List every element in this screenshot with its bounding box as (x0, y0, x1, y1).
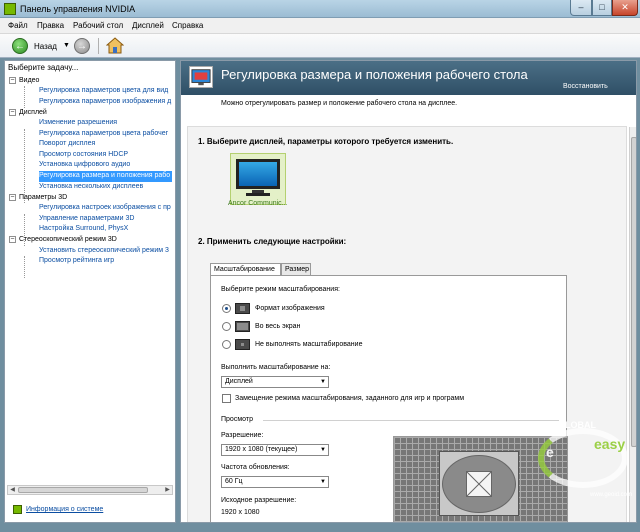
restore-link[interactable]: Восстановить (563, 83, 608, 90)
no-scaling-icon (235, 339, 250, 350)
tree-item-selected[interactable]: Регулировка размера и положения рабо (39, 171, 173, 182)
tree-category-video[interactable]: – Видео (9, 76, 39, 87)
tree-line (24, 86, 25, 108)
radio-full-screen-label[interactable]: Во весь экран (255, 323, 300, 330)
collapse-icon[interactable]: – (9, 235, 16, 243)
desktop-size-icon (189, 66, 213, 88)
task-panel: Выберите задачу... – Видео Регулировка па… (4, 60, 176, 523)
radio-full-screen[interactable] (222, 322, 231, 331)
minimize-button[interactable]: – (570, 0, 592, 16)
monitor-icon[interactable] (234, 157, 282, 197)
menu-bar: Файл Правка Рабочий стол Дисплей Справка (0, 18, 640, 34)
full-screen-icon (235, 321, 250, 332)
history-dropdown-icon[interactable]: ▼ (63, 42, 70, 49)
title-bar: Панель управления NVIDIA – □ ✕ (0, 0, 640, 18)
radio-no-scaling-label[interactable]: Не выполнять масштабирование (255, 341, 362, 348)
aspect-ratio-icon (235, 303, 250, 314)
menu-desktop[interactable]: Рабочий стол (73, 21, 123, 30)
home-icon[interactable] (106, 37, 124, 54)
page-title: Регулировка размера и положения рабочего… (221, 67, 528, 82)
preview-label: Просмотр (221, 416, 253, 423)
menu-display[interactable]: Дисплей (132, 21, 164, 30)
menu-help[interactable]: Справка (172, 21, 203, 30)
resolution-select[interactable]: 1920 x 1080 (текущее) ▼ (221, 444, 329, 456)
system-info-link[interactable]: Информация о системе (13, 505, 103, 514)
toolbar: ← Назад ▼ → (0, 34, 640, 58)
tree-line (24, 129, 25, 203)
preview-divider (263, 420, 559, 421)
collapse-icon[interactable]: – (9, 108, 16, 116)
perform-scaling-on-label: Выполнить масштабирование на: (221, 364, 331, 371)
tree-item[interactable]: Регулировка настроек изображения с пр (39, 203, 171, 214)
scaling-mode-label: Выберите режим масштабирования: (221, 286, 340, 293)
collapse-icon[interactable]: – (9, 76, 16, 84)
tree-item[interactable]: Просмотр рейтинга игр (39, 256, 114, 267)
section-1-title: 1. Выберите дисплей, параметры которого … (198, 137, 454, 146)
watermark-logo: GLOBAL e easy www.geoid.com (530, 408, 638, 504)
scroll-thumb[interactable] (18, 487, 148, 493)
radio-aspect-ratio[interactable] (222, 304, 231, 313)
task-tree: – Видео Регулировка параметров цвета для … (5, 76, 173, 491)
menu-file[interactable]: Файл (8, 21, 28, 30)
horizontal-scrollbar[interactable]: ◀ ▶ (7, 485, 173, 495)
window-title: Панель управления NVIDIA (20, 4, 136, 14)
radio-no-scaling[interactable] (222, 340, 231, 349)
preview-crosshair-icon (466, 471, 492, 497)
refresh-rate-select[interactable]: 60 Гц ▼ (221, 476, 329, 488)
collapse-icon[interactable]: – (9, 193, 16, 201)
native-resolution-value: 1920 x 1080 (221, 509, 260, 516)
tab-size[interactable]: Размер (281, 263, 311, 275)
dropdown-arrow-icon: ▼ (320, 379, 326, 385)
close-button[interactable]: ✕ (612, 0, 638, 16)
page-description: Можно отрегулировать размер и положение … (221, 100, 458, 107)
scroll-thumb[interactable] (631, 137, 636, 447)
tree-item[interactable]: Установка нескольких дисплеев (39, 182, 143, 193)
dropdown-arrow-icon: ▼ (320, 479, 326, 485)
page-header: Регулировка размера и положения рабочего… (181, 61, 636, 95)
native-resolution-label: Исходное разрешение: (221, 497, 297, 504)
section-2-title: 2. Применить следующие настройки: (198, 237, 347, 246)
refresh-rate-label: Частота обновления: (221, 464, 290, 471)
scaling-tab-content: Выберите режим масштабирования: Формат и… (210, 275, 568, 522)
tree-item[interactable]: Установка цифрового аудио (39, 160, 130, 171)
radio-aspect-ratio-label[interactable]: Формат изображения (255, 305, 325, 312)
resolution-label: Разрешение: (221, 432, 264, 439)
back-button-label[interactable]: Назад (34, 42, 57, 51)
maximize-button[interactable]: □ (592, 0, 612, 16)
back-arrow-icon[interactable]: ← (12, 38, 28, 54)
scroll-right-icon[interactable]: ▶ (163, 486, 172, 494)
toolbar-separator (98, 38, 99, 54)
tree-line (24, 256, 25, 278)
override-scaling-label[interactable]: Замещение режима масштабирования, заданн… (235, 395, 464, 402)
override-scaling-checkbox[interactable] (222, 394, 231, 403)
scroll-left-icon[interactable]: ◀ (8, 486, 17, 494)
nvidia-info-icon (13, 505, 22, 514)
display-name[interactable]: Ancor Communic... (228, 200, 288, 207)
tree-item[interactable]: Настройка Surround, PhysX (39, 224, 128, 235)
dropdown-arrow-icon: ▼ (320, 447, 326, 453)
nvidia-app-icon (4, 3, 16, 15)
task-panel-header: Выберите задачу... (8, 63, 79, 72)
tree-category-stereo[interactable]: – Стереоскопический режим 3D (9, 235, 117, 246)
perform-scaling-on-select[interactable]: Дисплей ▼ (221, 376, 329, 388)
tree-item[interactable]: Регулировка параметров изображения д (39, 97, 171, 108)
menu-edit[interactable]: Правка (37, 21, 64, 30)
tree-item[interactable]: Изменение разрешения (39, 118, 117, 129)
tree-item[interactable]: Регулировка параметров цвета для вид (39, 86, 168, 97)
tree-item[interactable]: Поворот дисплея (39, 139, 95, 150)
forward-arrow-icon[interactable]: → (74, 38, 90, 54)
